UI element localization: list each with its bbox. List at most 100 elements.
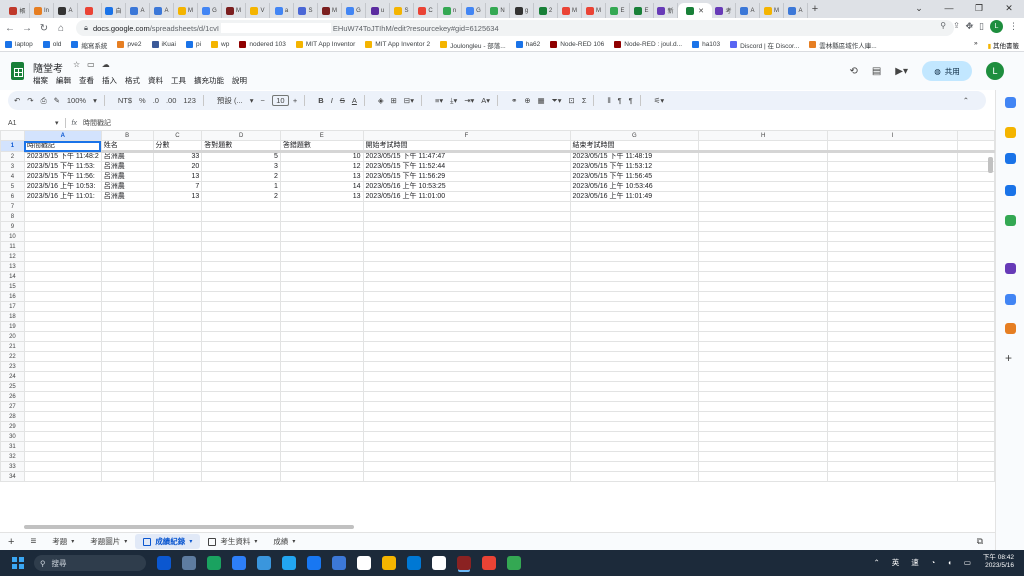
cell[interactable] — [957, 231, 995, 242]
cell[interactable] — [152, 311, 203, 322]
cell[interactable] — [362, 341, 571, 352]
merge-cells-icon[interactable]: ⊟▾ — [404, 96, 414, 105]
cell[interactable] — [23, 341, 102, 352]
taskbar-app-icon[interactable] — [382, 556, 396, 570]
row-header[interactable]: 1 — [0, 140, 25, 152]
cell[interactable] — [201, 261, 281, 272]
cell[interactable] — [362, 251, 571, 262]
cell[interactable] — [569, 321, 700, 332]
get-addons-icon[interactable]: + — [1005, 351, 1012, 365]
cell[interactable] — [698, 371, 829, 382]
cell[interactable]: 14 — [279, 181, 364, 192]
cell[interactable]: 7 — [152, 181, 203, 192]
cell[interactable] — [152, 461, 203, 472]
cell[interactable] — [362, 291, 571, 302]
cell[interactable] — [569, 451, 700, 462]
cell[interactable] — [698, 421, 829, 432]
cell[interactable] — [957, 331, 995, 342]
cell[interactable] — [100, 341, 154, 352]
row-header[interactable]: 33 — [0, 461, 25, 472]
row-header[interactable]: 15 — [0, 281, 25, 292]
cell[interactable] — [957, 191, 995, 202]
cell[interactable] — [569, 221, 700, 232]
browser-menu-icon[interactable]: ⋮ — [1009, 21, 1018, 32]
cell[interactable] — [201, 271, 281, 282]
address-bar[interactable]: 🔒︎ docs.google.com /spreadsheets/d/1cvI … — [76, 20, 954, 36]
cell[interactable] — [569, 241, 700, 252]
column-header[interactable]: D — [201, 130, 281, 141]
taskbar-app-icon[interactable] — [332, 556, 346, 570]
cell[interactable] — [23, 371, 102, 382]
fill-color-icon[interactable]: ◈ — [378, 96, 384, 105]
browser-tab[interactable]: g — [510, 3, 534, 18]
row-header[interactable]: 2 — [0, 151, 25, 162]
column-header[interactable]: F — [362, 130, 571, 141]
cell[interactable] — [698, 401, 829, 412]
clock[interactable]: 下午 08:42 2023/5/16 — [983, 554, 1014, 570]
cell[interactable] — [698, 431, 829, 442]
cell[interactable] — [152, 211, 203, 222]
cell[interactable] — [201, 221, 281, 232]
cell[interactable] — [698, 471, 829, 482]
browser-tab[interactable]: A — [150, 3, 174, 18]
name-box-dropdown-icon[interactable]: ▾ — [55, 119, 59, 127]
cell[interactable] — [698, 261, 829, 272]
cell[interactable] — [100, 451, 154, 462]
column-header[interactable]: H — [698, 130, 829, 141]
menu-item[interactable]: 資料 — [148, 75, 163, 86]
browser-tab[interactable]: V — [246, 3, 270, 18]
cell[interactable] — [362, 311, 571, 322]
browser-tab[interactable]: M — [558, 3, 582, 18]
ime-mode[interactable]: 速 — [911, 557, 919, 568]
row-header[interactable]: 25 — [0, 381, 25, 392]
cell[interactable] — [100, 291, 154, 302]
cell[interactable] — [279, 431, 364, 442]
cell[interactable] — [23, 411, 102, 422]
browser-tab[interactable]: E — [630, 3, 654, 18]
addon-icon-2[interactable] — [1005, 294, 1016, 305]
cell[interactable] — [100, 311, 154, 322]
cell[interactable] — [100, 261, 154, 272]
cell[interactable] — [569, 351, 700, 362]
cell[interactable] — [279, 451, 364, 462]
cell[interactable] — [827, 411, 959, 422]
cell[interactable]: 13 — [279, 171, 364, 182]
bookmark-item[interactable]: Node-RED : joul.d... — [614, 41, 682, 48]
cell[interactable] — [569, 341, 700, 352]
row-header[interactable]: 27 — [0, 401, 25, 412]
cell[interactable]: 1 — [201, 181, 281, 192]
cell[interactable] — [362, 271, 571, 282]
explore-icon[interactable]: ⧉ — [977, 536, 983, 547]
cell[interactable]: 2 — [201, 171, 281, 182]
cell[interactable] — [201, 461, 281, 472]
bookmark-item[interactable]: old — [42, 41, 61, 48]
bookmark-item[interactable]: nodered 103 — [239, 41, 286, 48]
cell[interactable] — [957, 321, 995, 332]
cell[interactable] — [957, 411, 995, 422]
cell[interactable] — [23, 321, 102, 332]
cell[interactable] — [279, 201, 364, 212]
cell[interactable] — [100, 271, 154, 282]
cell[interactable]: 呂洲農 — [100, 151, 154, 162]
cell[interactable] — [362, 461, 571, 472]
cell[interactable] — [100, 201, 154, 212]
cell[interactable] — [362, 471, 571, 482]
header-cell[interactable]: 開始考試時間 — [362, 140, 571, 153]
row-header[interactable]: 34 — [0, 471, 25, 482]
cell[interactable]: 33 — [152, 151, 203, 162]
row-header[interactable]: 32 — [0, 451, 25, 462]
cell[interactable] — [100, 301, 154, 312]
cell[interactable]: 3 — [201, 161, 281, 172]
cell[interactable] — [23, 201, 102, 212]
cell[interactable] — [279, 421, 364, 432]
row-header[interactable]: 16 — [0, 291, 25, 302]
cell[interactable] — [201, 341, 281, 352]
column-header[interactable]: C — [152, 130, 203, 141]
cell[interactable] — [100, 401, 154, 412]
document-title[interactable]: 隨堂考 — [33, 60, 63, 75]
cell[interactable] — [957, 341, 995, 352]
forward-icon[interactable]: → — [20, 23, 34, 34]
cell[interactable] — [279, 361, 364, 372]
cell[interactable] — [23, 421, 102, 432]
cell[interactable] — [23, 211, 102, 222]
